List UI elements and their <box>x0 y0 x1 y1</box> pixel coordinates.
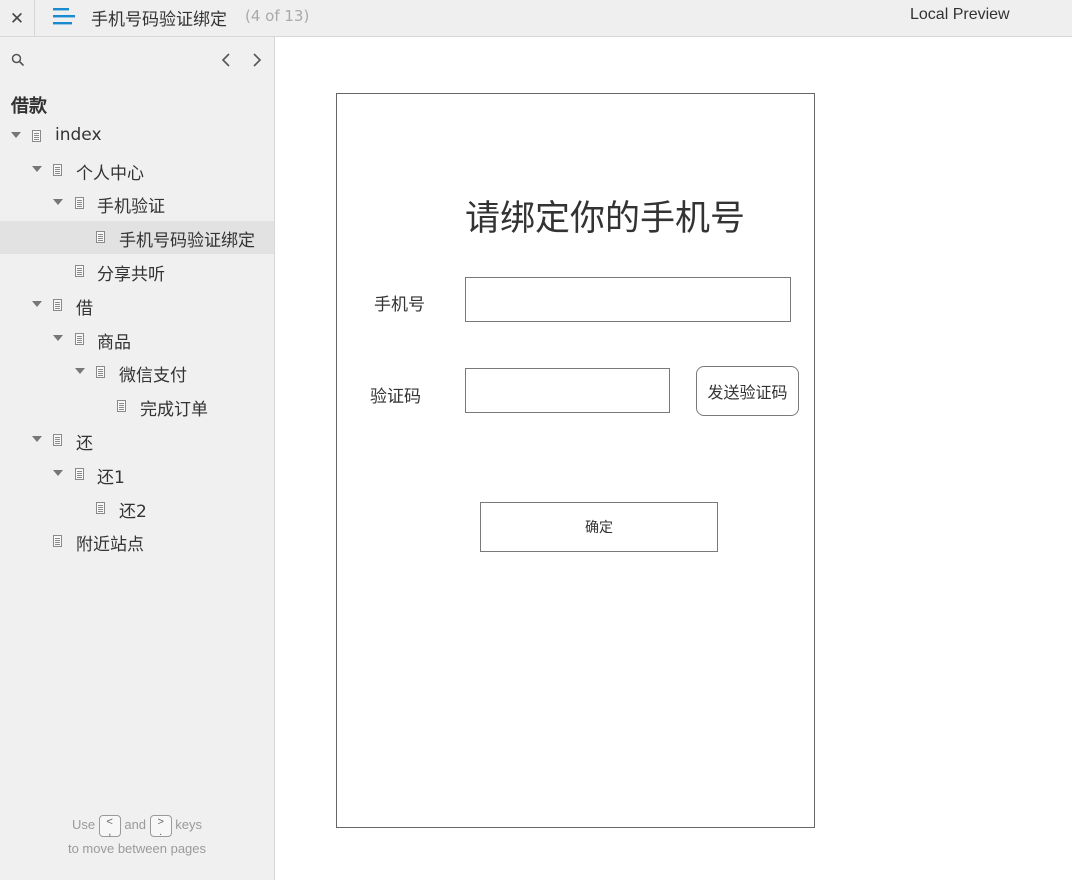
page-icon <box>75 333 84 345</box>
collapse-triangle-icon[interactable] <box>53 470 63 476</box>
page-count: (4 of 13) <box>245 7 310 25</box>
send-code-button[interactable]: 发送验证码 <box>696 366 799 416</box>
collapse-triangle-icon[interactable] <box>11 132 21 138</box>
tree-item-label: 借 <box>76 299 93 319</box>
chevron-left-icon[interactable] <box>219 51 235 69</box>
project-title: 借款 <box>11 96 47 117</box>
current-page-title: 手机号码验证绑定 <box>91 10 227 30</box>
tree-item-label: 还 <box>76 434 93 454</box>
tree-item-repay[interactable]: 还 <box>0 424 274 457</box>
page-icon <box>75 197 84 209</box>
phone-label: 手机号 <box>374 295 425 315</box>
search-icon[interactable] <box>11 53 25 67</box>
tree-item-phone-verify[interactable]: 手机验证 <box>0 187 274 220</box>
page-icon <box>117 400 126 412</box>
top-bar: ✕ 手机号码验证绑定 (4 of 13) Local Preview <box>0 0 1072 37</box>
keyboard-hint: Use < , and > . keys to move between pag… <box>0 813 274 861</box>
page-heading: 请绑定你的手机号 <box>465 199 746 239</box>
collapse-triangle-icon[interactable] <box>32 166 42 172</box>
preview-label: Local Preview <box>910 6 1010 23</box>
page-icon <box>96 366 105 378</box>
page-icon <box>75 468 84 480</box>
close-icon: ✕ <box>9 8 25 29</box>
tree-item-borrow[interactable]: 借 <box>0 289 274 322</box>
sitemap-sidebar: 借款 index 个人中心 手机验证 手机号码验证绑定 分享共听 借 商品 微信… <box>0 37 275 880</box>
confirm-button[interactable]: 确定 <box>480 502 718 552</box>
page-icon <box>53 299 62 311</box>
tree-item-label: 手机验证 <box>97 197 165 217</box>
tree-item-phone-bind[interactable]: 手机号码验证绑定 <box>0 221 274 254</box>
hamburger-menu-icon[interactable] <box>53 6 75 28</box>
tree-item-label: 商品 <box>97 333 131 353</box>
tree-item-label: 个人中心 <box>76 164 144 184</box>
tree-item-wechat-pay[interactable]: 微信支付 <box>0 356 274 389</box>
chevron-right-icon[interactable] <box>248 51 264 69</box>
tree-item-label: index <box>55 125 102 145</box>
tree-item-label: 附近站点 <box>76 535 144 555</box>
page-icon <box>96 502 105 514</box>
hint-text: and <box>124 817 147 832</box>
close-button[interactable]: ✕ <box>0 0 35 37</box>
tree-item-nearby-stations[interactable]: 附近站点 <box>0 525 274 558</box>
next-key: > . <box>149 814 172 837</box>
tree-item-repay-1[interactable]: 还1 <box>0 458 274 491</box>
tree-item-label: 完成订单 <box>140 400 208 420</box>
collapse-triangle-icon[interactable] <box>32 301 42 307</box>
tree-item-personal-center[interactable]: 个人中心 <box>0 154 274 187</box>
verification-code-label: 验证码 <box>370 387 421 407</box>
page-icon <box>53 164 62 176</box>
phone-input[interactable] <box>465 277 791 322</box>
tree-item-label: 微信支付 <box>119 366 187 386</box>
tree-item-label: 还1 <box>97 468 125 488</box>
tree-item-label: 手机号码验证绑定 <box>119 231 255 251</box>
tree-item-share[interactable]: 分享共听 <box>0 255 274 288</box>
collapse-triangle-icon[interactable] <box>53 335 63 341</box>
collapse-triangle-icon[interactable] <box>32 436 42 442</box>
prev-key: < , <box>98 814 121 837</box>
tree-item-goods[interactable]: 商品 <box>0 323 274 356</box>
tree-item-label: 分享共听 <box>97 265 165 285</box>
collapse-triangle-icon[interactable] <box>53 199 63 205</box>
collapse-triangle-icon[interactable] <box>75 368 85 374</box>
tree-item-label: 还2 <box>119 502 147 522</box>
page-icon <box>53 434 62 446</box>
page-icon <box>96 231 105 243</box>
page-icon <box>32 130 41 142</box>
hint-text: to move between pages <box>67 841 207 856</box>
tree-item-repay-2[interactable]: 还2 <box>0 492 274 525</box>
page-icon <box>75 265 84 277</box>
verification-code-input[interactable] <box>465 368 670 413</box>
tree-item-index[interactable]: index <box>0 120 274 153</box>
tree-item-order-complete[interactable]: 完成订单 <box>0 390 274 423</box>
page-icon <box>53 535 62 547</box>
hint-text: Use <box>71 817 96 832</box>
hint-text: keys <box>175 817 203 832</box>
